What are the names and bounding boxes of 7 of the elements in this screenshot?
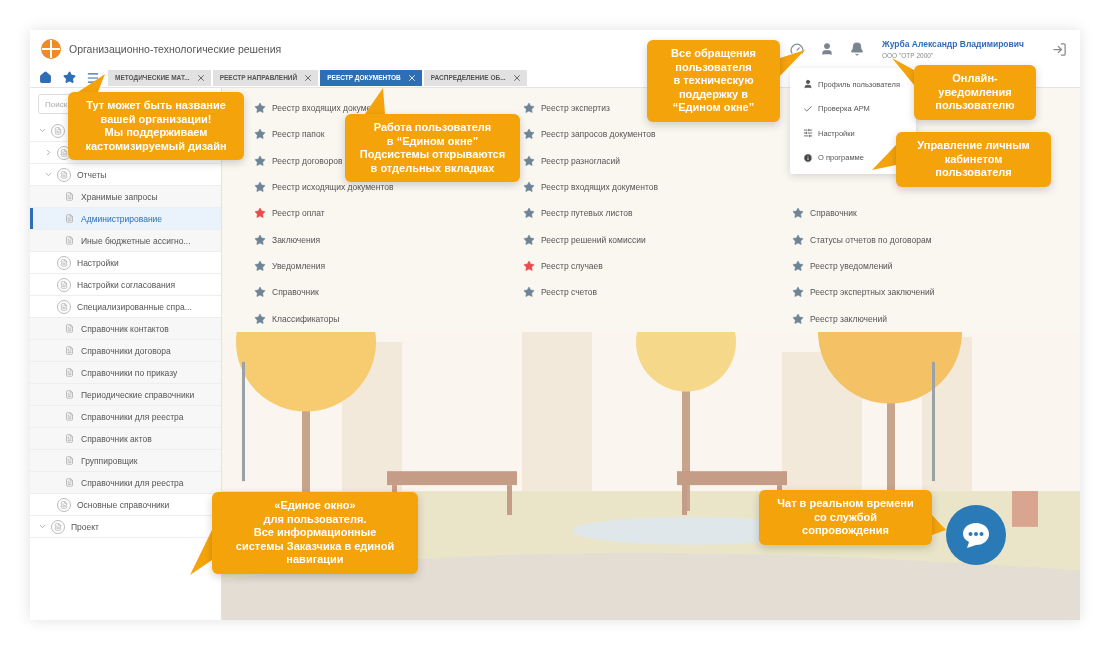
callout-tooltip: Работа пользователя в “Едином окне” Подсистемы открываются в отдельных вкладках [345,114,520,182]
callout-tooltip: Чат в реальном времени со службой сопровождения [759,490,932,545]
callout-tooltip: Управление личным кабинетом пользователя [896,132,1051,187]
callout-tooltip: Тут может быть название вашей организации! Мы поддерживаем кастомизируемый дизайн [68,92,244,160]
callout-tooltip: Все обращения пользователя в техническую поддержку в “Едином окне” [647,40,780,122]
callout-tooltip: Онлайн- уведомления пользователю [914,65,1036,120]
app-title: Организационно-технологические решения [69,43,282,55]
